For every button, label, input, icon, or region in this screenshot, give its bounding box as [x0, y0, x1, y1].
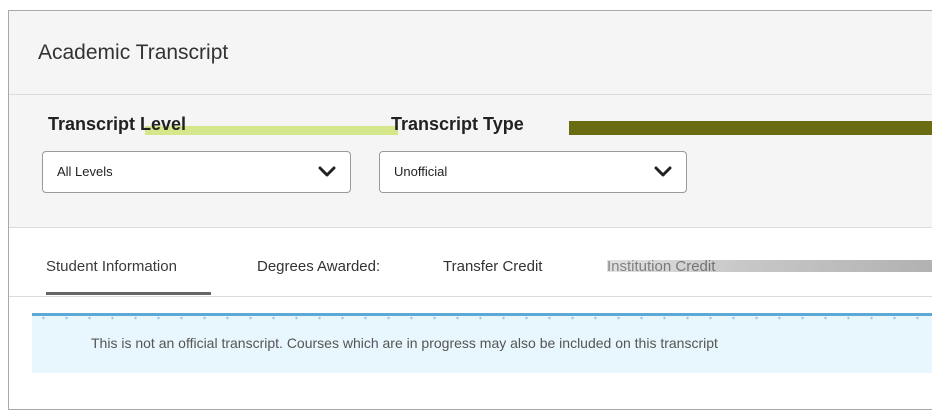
notice-text: This is not an official transcript. Cour… [91, 335, 718, 351]
transcript-header: Academic Transcript Transcript Level Tra… [9, 11, 932, 227]
transcript-type-label: Transcript Type [391, 114, 524, 134]
chevron-down-icon [654, 166, 672, 177]
tab-student-information[interactable]: Student Information [46, 258, 177, 275]
tab-transfer-credit[interactable]: Transfer Credit [443, 258, 542, 275]
active-tab-indicator [46, 292, 211, 295]
tab-label-smudge [607, 260, 932, 272]
transcript-level-label: Transcript Level [48, 114, 187, 134]
transcript-tabs: Student Information Degrees Awarded: Tra… [9, 228, 932, 296]
transcript-type-value: Unofficial [394, 164, 448, 179]
label-highlight [569, 121, 932, 135]
tabs-divider [9, 296, 932, 297]
unofficial-notice: This is not an official transcript. Cour… [32, 313, 932, 373]
transcript-type-select[interactable]: Unofficial [379, 151, 687, 193]
page-title: Academic Transcript [38, 41, 229, 64]
transcript-level-select[interactable]: All Levels [42, 151, 351, 193]
tab-degrees-awarded[interactable]: Degrees Awarded: [257, 258, 380, 275]
transcript-level-value: All Levels [57, 164, 113, 179]
notice-border-dots [32, 316, 932, 320]
chevron-down-icon [318, 166, 336, 177]
header-divider [9, 94, 932, 95]
